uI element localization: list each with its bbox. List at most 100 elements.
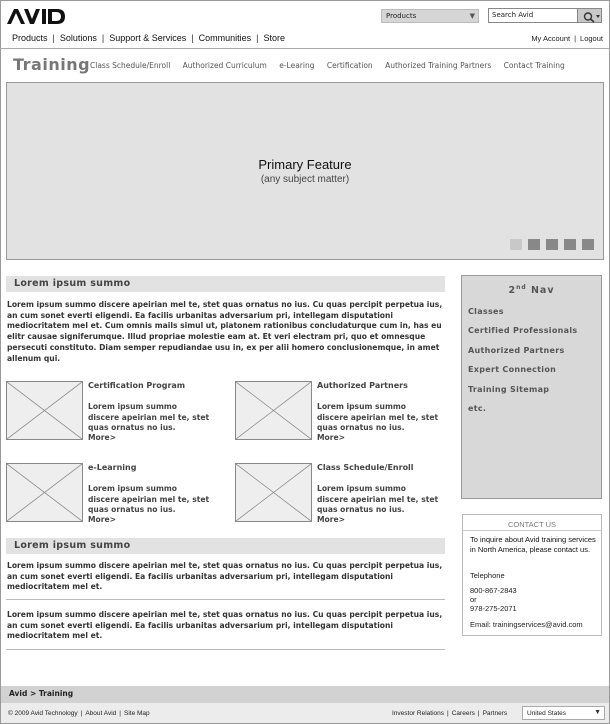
subnav-authorized-curriculum[interactable]: Authorized Curriculum bbox=[183, 61, 267, 70]
subnav-certification[interactable]: Certification bbox=[327, 61, 373, 70]
separator: | bbox=[52, 33, 55, 43]
topnav-store[interactable]: Store bbox=[264, 33, 286, 43]
card-title[interactable]: e-Learning bbox=[88, 463, 136, 472]
avid-logo[interactable] bbox=[7, 7, 67, 25]
slide-dot-2[interactable] bbox=[528, 239, 540, 250]
partners-link[interactable]: Partners bbox=[483, 710, 508, 717]
section-heading-2: Lorem ipsum summo bbox=[6, 538, 445, 554]
subnav-class-schedule[interactable]: Class Schedule/Enroll bbox=[90, 61, 170, 70]
more-link[interactable]: More> bbox=[317, 515, 345, 524]
my-account-link[interactable]: My Account bbox=[531, 34, 570, 43]
copyright: © 2009 Avid Technology bbox=[8, 710, 78, 717]
image-placeholder bbox=[6, 463, 83, 522]
telephone-label: Telephone bbox=[470, 571, 505, 580]
products-select[interactable]: Products ▼ bbox=[381, 9, 479, 23]
card-text: Lorem ipsum summo discere apeirian mel t… bbox=[317, 402, 439, 432]
primary-feature[interactable]: Primary Feature (any subject matter) bbox=[6, 82, 604, 260]
divider bbox=[463, 530, 601, 531]
section-subnav: Class Schedule/Enroll Authorized Curricu… bbox=[90, 61, 575, 70]
divider bbox=[6, 649, 445, 650]
image-placeholder bbox=[235, 381, 312, 440]
or-label: or bbox=[470, 595, 477, 604]
search-input[interactable]: Search Avid bbox=[489, 9, 577, 22]
more-link[interactable]: More> bbox=[88, 433, 116, 442]
card-text: Lorem ipsum summo discere apeirian mel t… bbox=[88, 484, 210, 514]
separator: | bbox=[119, 710, 121, 717]
more-link[interactable]: More> bbox=[317, 433, 345, 442]
about-avid-link[interactable]: About Avid bbox=[85, 710, 116, 717]
email-link[interactable]: Email: trainingservices@avid.com bbox=[470, 620, 583, 629]
card-authorized-partners: Authorized Partners Lorem ipsum summo di… bbox=[235, 381, 445, 443]
image-placeholder bbox=[6, 381, 83, 440]
footer-right: Investor Relations | Careers | Partners bbox=[392, 710, 507, 717]
utility-nav: My Account | Logout bbox=[531, 34, 603, 43]
country-select-value: United States bbox=[527, 710, 567, 717]
phone-numbers: 800-867-2843 or 978-275-2071 bbox=[470, 586, 517, 613]
sidenav-item-authorized-partners[interactable]: Authorized Partners bbox=[468, 346, 577, 365]
slide-dot-5[interactable] bbox=[582, 239, 594, 250]
subnav-e-learning[interactable]: e-Learing bbox=[279, 61, 314, 70]
card-class-schedule: Class Schedule/Enroll Lorem ipsum summo … bbox=[235, 463, 445, 525]
search-button[interactable] bbox=[577, 9, 601, 23]
subnav-training-partners[interactable]: Authorized Training Partners bbox=[385, 61, 491, 70]
topnav-products[interactable]: Products bbox=[12, 33, 48, 43]
topnav-communities[interactable]: Communities bbox=[199, 33, 252, 43]
card-title[interactable]: Authorized Partners bbox=[317, 381, 408, 390]
body-paragraph-3: Lorem ipsum summo discere apeirian mel t… bbox=[7, 610, 443, 641]
card-title[interactable]: Class Schedule/Enroll bbox=[317, 463, 414, 472]
subnav-contact-training[interactable]: Contact Training bbox=[504, 61, 565, 70]
phone-1[interactable]: 800-867-2843 bbox=[470, 586, 517, 595]
contact-intro: To inquire about Avid training services … bbox=[470, 535, 596, 554]
separator: | bbox=[101, 33, 105, 43]
feature-title: Primary Feature bbox=[258, 157, 352, 172]
sidenav-item-training-sitemap[interactable]: Training Sitemap bbox=[468, 385, 577, 404]
search-box: Search Avid bbox=[488, 8, 602, 23]
separator: | bbox=[477, 710, 480, 717]
phone-2[interactable]: 978-275-2071 bbox=[470, 604, 517, 613]
topnav-solutions[interactable]: Solutions bbox=[60, 33, 97, 43]
separator: | bbox=[256, 33, 259, 43]
site-map-link[interactable]: Site Map bbox=[124, 710, 150, 717]
chevron-down-icon: ▼ bbox=[594, 709, 601, 716]
investor-relations-link[interactable]: Investor Relations bbox=[392, 710, 444, 717]
separator: | bbox=[574, 34, 577, 43]
chevron-down-icon: ▼ bbox=[469, 12, 475, 20]
card-e-learning: e-Learning Lorem ipsum summo discere ape… bbox=[6, 463, 216, 525]
sidenav-item-classes[interactable]: Classes bbox=[468, 307, 577, 326]
products-select-value: Products bbox=[386, 12, 417, 20]
contact-heading: CONTACT US bbox=[507, 520, 557, 529]
slide-dot-4[interactable] bbox=[564, 239, 576, 250]
card-text: Lorem ipsum summo discere apeirian mel t… bbox=[317, 484, 439, 514]
topnav-support[interactable]: Support & Services bbox=[109, 33, 186, 43]
secondary-nav-heading: 2nd Nav bbox=[508, 284, 555, 297]
slide-dot-3[interactable] bbox=[546, 239, 558, 250]
footer: © 2009 Avid Technology | About Avid | Site M… bbox=[1, 703, 609, 723]
card-text: Lorem ipsum summo discere apeirian mel t… bbox=[88, 402, 210, 432]
separator: | bbox=[447, 710, 449, 717]
feature-subtitle: (any subject matter) bbox=[260, 174, 350, 185]
careers-link[interactable]: Careers bbox=[452, 710, 475, 717]
more-link[interactable]: More> bbox=[88, 515, 116, 524]
card-certification: Certification Program Lorem ipsum summo … bbox=[6, 381, 216, 443]
image-placeholder bbox=[235, 463, 312, 522]
search-icon bbox=[583, 12, 600, 23]
section-title[interactable]: Training bbox=[13, 55, 90, 74]
top-nav: Products | Solutions | Support & Services | Co… bbox=[12, 33, 285, 43]
card-title[interactable]: Certification Program bbox=[88, 381, 185, 390]
separator: | bbox=[191, 33, 194, 43]
sidenav-item-certified-professionals[interactable]: Certified Professionals bbox=[468, 326, 577, 345]
breadcrumb[interactable]: Avid > Training bbox=[1, 686, 609, 703]
slide-dot-1[interactable] bbox=[510, 239, 522, 250]
section-heading-1: Lorem ipsum summo bbox=[6, 276, 445, 292]
separator: | bbox=[80, 710, 83, 717]
sidenav-item-expert-connection[interactable]: Expert Connection bbox=[468, 365, 577, 384]
divider bbox=[6, 599, 445, 600]
slide-indicators bbox=[510, 239, 594, 250]
secondary-nav: 2nd Nav Classes Certified Professionals … bbox=[461, 275, 602, 499]
body-paragraph-2: Lorem ipsum summo discere apeirian mel t… bbox=[7, 561, 443, 592]
logout-link[interactable]: Logout bbox=[580, 34, 603, 43]
country-select[interactable]: United States ▼ bbox=[522, 706, 605, 720]
sidenav-item-etc[interactable]: etc. bbox=[468, 404, 577, 423]
section-bar: Training Class Schedule/Enroll Authorize… bbox=[0, 48, 610, 77]
footer-left: © 2009 Avid Technology | About Avid | Site M… bbox=[8, 710, 150, 717]
